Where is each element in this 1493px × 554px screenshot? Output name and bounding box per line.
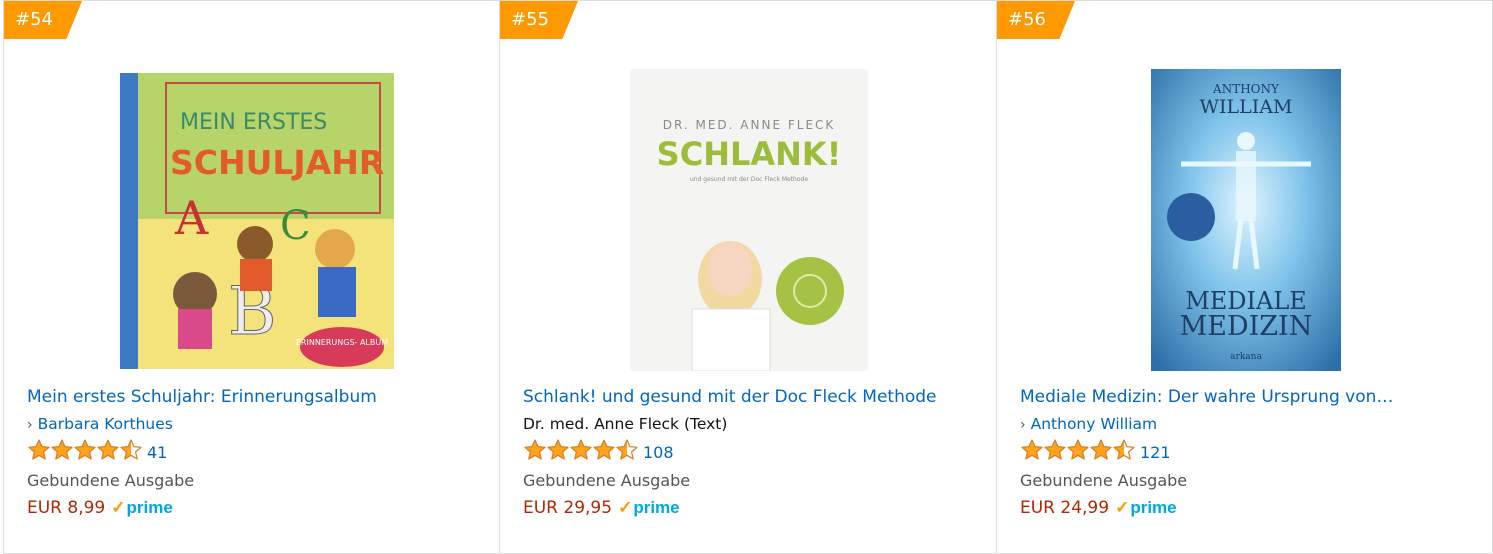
book-cover-schlank: DR. MED. ANNE FLECK SCHLANK! und gesund …: [630, 69, 868, 372]
cover-author-last: WILLIAM: [1200, 96, 1293, 118]
prime-check-icon: ✓: [618, 498, 633, 517]
svg-text:A: A: [174, 191, 209, 245]
price: EUR 24,99: [1020, 498, 1110, 518]
rank-badge: #55: [500, 1, 578, 39]
chevron-right-icon: ›: [1020, 417, 1026, 433]
product-image[interactable]: DR. MED. ANNE FLECK SCHLANK! und gesund …: [630, 69, 868, 372]
bestseller-grid: #54 MEIN ERSTES SCHULJAHR A C B ERINNERU…: [0, 0, 1493, 554]
product-image[interactable]: MEIN ERSTES SCHULJAHR A C B ERINNERUNGS-…: [120, 69, 394, 371]
star-icon: [1020, 438, 1043, 466]
prime-label: prime: [1130, 498, 1177, 517]
star-icon: [1066, 438, 1089, 466]
format-label: Gebundene Ausgabe: [1020, 471, 1188, 490]
star-icon: [1089, 438, 1112, 466]
rating[interactable]: 41: [27, 439, 167, 465]
rank-badge: #54: [4, 1, 82, 39]
prime-check-icon: ✓: [111, 498, 126, 517]
rating[interactable]: 108: [523, 439, 674, 465]
prime-badge: ✓ prime: [1115, 498, 1177, 518]
review-count-link[interactable]: 41: [147, 443, 167, 462]
prime-label: prime: [126, 498, 173, 517]
price-row: EUR 24,99 ✓ prime: [1020, 498, 1177, 518]
cover-publisher: arkana: [1230, 352, 1262, 362]
star-icon: [569, 438, 592, 466]
cover-title: SCHLANK!: [657, 135, 842, 173]
svg-text:C: C: [280, 203, 311, 249]
review-count-link[interactable]: 108: [643, 443, 674, 462]
cover-subtitle: und gesund mit der Doc Fleck Methode: [690, 176, 808, 183]
star-icon: [523, 438, 546, 466]
price-row: EUR 8,99 ✓ prime: [27, 498, 173, 518]
product-card: #55 DR. MED. ANNE FLECK SCHLANK! und ges…: [499, 0, 997, 554]
star-rating: [27, 438, 142, 466]
star-rating: [1020, 438, 1135, 466]
star-icon: [27, 438, 50, 466]
format-label: Gebundene Ausgabe: [523, 471, 691, 490]
price: EUR 29,95: [523, 498, 613, 518]
star-icon: [119, 438, 142, 466]
star-icon: [592, 438, 615, 466]
product-image[interactable]: ANTHONY WILLIAM MEDIALE MEDIZIN arkana: [1151, 69, 1341, 371]
prime-label: prime: [633, 498, 680, 517]
cover-author: DR. MED. ANNE FLECK: [663, 118, 836, 132]
star-icon: [96, 438, 119, 466]
rating[interactable]: 121: [1020, 439, 1171, 465]
product-title-link[interactable]: Schlank! und gesund mit der Doc Fleck Me…: [523, 387, 978, 407]
author-link[interactable]: Barbara Korthues: [38, 415, 173, 433]
cover-title2: MEDIZIN: [1180, 311, 1313, 342]
price-row: EUR 29,95 ✓ prime: [523, 498, 680, 518]
author-row: › Barbara Korthues: [27, 415, 173, 433]
prime-badge: ✓ prime: [618, 498, 680, 518]
star-icon: [1112, 438, 1135, 466]
cover-line1: MEIN ERSTES: [180, 110, 327, 135]
author-row: Dr. med. Anne Fleck (Text): [523, 415, 727, 433]
star-icon: [73, 438, 96, 466]
product-card: #54 MEIN ERSTES SCHULJAHR A C B ERINNERU…: [3, 0, 500, 554]
book-cover-mediale-medizin: ANTHONY WILLIAM MEDIALE MEDIZIN arkana: [1151, 69, 1341, 371]
star-rating: [523, 438, 638, 466]
product-title-link[interactable]: Mediale Medizin: Der wahre Ursprung von…: [1020, 387, 1475, 407]
format-label: Gebundene Ausgabe: [27, 471, 195, 490]
star-icon: [1043, 438, 1066, 466]
cover-author-first: ANTHONY: [1212, 82, 1280, 96]
cover-badge: ERINNERUNGS- ALBUM: [296, 338, 388, 347]
author-row: › Anthony William: [1020, 415, 1157, 433]
star-icon: [546, 438, 569, 466]
star-icon: [50, 438, 73, 466]
author-text: Dr. med. Anne Fleck (Text): [523, 415, 728, 433]
star-icon: [615, 438, 638, 466]
chevron-right-icon: ›: [27, 417, 33, 433]
product-title-link[interactable]: Mein erstes Schuljahr: Erinnerungsalbum: [27, 387, 482, 407]
book-cover-schuljahr: MEIN ERSTES SCHULJAHR A C B ERINNERUNGS-…: [120, 73, 394, 369]
prime-badge: ✓ prime: [111, 498, 173, 518]
rank-badge: #56: [997, 1, 1075, 39]
prime-check-icon: ✓: [1115, 498, 1130, 517]
product-card: #56 ANTHONY WILLIAM MEDIALE MEDIZIN arka…: [996, 0, 1493, 554]
review-count-link[interactable]: 121: [1140, 443, 1171, 462]
author-link[interactable]: Anthony William: [1031, 415, 1158, 433]
cover-line2: SCHULJAHR: [170, 143, 384, 182]
price: EUR 8,99: [27, 498, 106, 518]
